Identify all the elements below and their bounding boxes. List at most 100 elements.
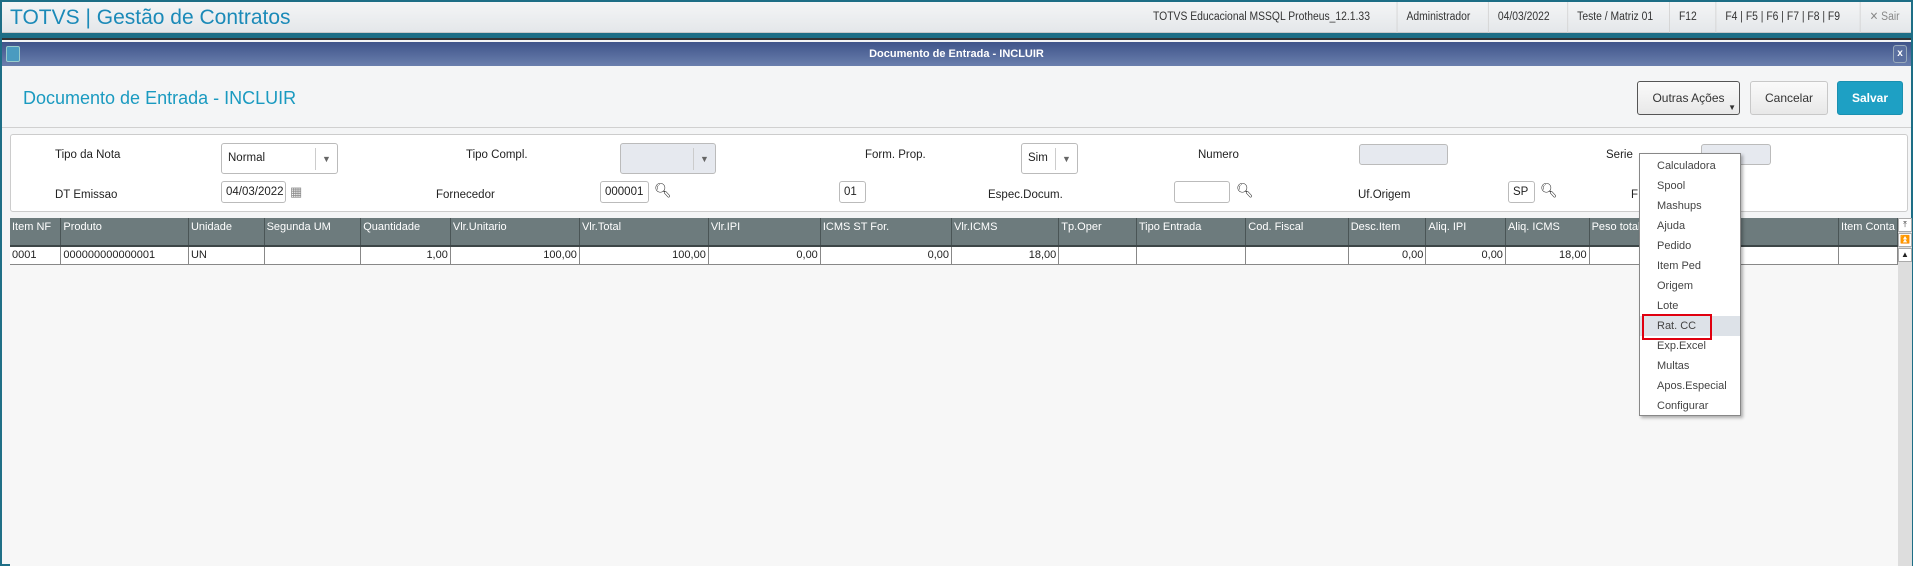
table-cell[interactable]: 0,00 [1348, 246, 1427, 265]
table-cell[interactable]: 000000000000001 [60, 246, 189, 265]
fornecedor-input[interactable]: 000001 [600, 181, 649, 203]
cancel-button[interactable]: Cancelar [1750, 81, 1828, 115]
serie-label: Serie [1606, 149, 1633, 161]
app-title: TOTVS | Gestão de Contratos [10, 6, 291, 29]
tipo-compl-select[interactable]: ▼ [620, 143, 716, 174]
column-header[interactable]: Aliq. ICMS [1505, 218, 1590, 247]
column-header[interactable]: Aliq. IPI [1425, 218, 1506, 247]
grid-header: Item NF Produto Unidade Segunda UM Quantidad… [10, 218, 1898, 247]
menu-item[interactable]: Configurar [1640, 396, 1740, 416]
uf-origem-label: Uf.Origem [1358, 189, 1411, 201]
menu-item[interactable]: Ajuda [1640, 216, 1740, 236]
column-header[interactable]: Produto [60, 218, 189, 247]
table-cell[interactable]: 1,00 [360, 246, 451, 265]
environment[interactable]: TOTVS Educacional MSSQL Protheus_12.1.33 [1144, 2, 1379, 33]
menu-item[interactable]: Apos.Especial [1640, 376, 1740, 396]
uf-origem-input[interactable]: SP [1508, 181, 1535, 203]
header-form: Tipo da Nota Normal ▼ Tipo Compl. ▼ Form.… [10, 134, 1908, 212]
dt-emissao-label: DT Emissao [55, 189, 118, 201]
table-cell[interactable] [264, 246, 362, 265]
other-actions-menu: Calculadora Spool Mashups Ajuda Pedido Item P… [1639, 153, 1741, 416]
column-header[interactable]: Vlr.IPI [708, 218, 821, 247]
column-header[interactable]: Desc.Item [1348, 218, 1427, 247]
chevron-down-icon: ▼ [315, 148, 337, 170]
table-cell[interactable]: 0,00 [708, 246, 821, 265]
scroll-page-up-icon[interactable]: ⏫ [1898, 233, 1912, 247]
table-cell[interactable] [1245, 246, 1349, 265]
exit-button[interactable]: ✕ Sair [1859, 2, 1908, 33]
calendar-icon[interactable]: ▦ [290, 184, 302, 200]
branch[interactable]: Teste / Matriz 01 [1567, 2, 1662, 33]
loja-input[interactable]: 01 [839, 181, 866, 203]
page-title: Documento de Entrada - INCLUIR [23, 88, 297, 108]
table-cell[interactable]: 0,00 [820, 246, 953, 265]
column-header[interactable]: Vlr.ICMS [951, 218, 1060, 247]
column-header[interactable]: Vlr.Unitario [450, 218, 580, 247]
numero-input[interactable] [1359, 144, 1448, 165]
scroll-up-icon[interactable]: ▲ [1898, 248, 1912, 262]
menu-item[interactable]: Lote [1640, 296, 1740, 316]
espec-docum-input[interactable] [1174, 181, 1230, 203]
save-button[interactable]: Salvar [1837, 81, 1903, 115]
table-cell[interactable] [1058, 246, 1137, 265]
other-actions-button[interactable]: Outras Ações ▼ [1637, 81, 1740, 115]
tipo-nota-select[interactable]: Normal ▼ [221, 143, 338, 174]
table-row[interactable]: 0001 000000000000001 UN 1,00 100,00 100,00 0,0… [10, 246, 1898, 265]
search-icon[interactable]: 🔍︎ [1540, 182, 1558, 199]
column-header[interactable]: ICMS ST For. [820, 218, 953, 247]
menu-item[interactable]: Rat. CC [1640, 314, 1740, 340]
column-header[interactable]: Item Conta [1838, 218, 1898, 247]
column-header[interactable]: Tipo Entrada [1136, 218, 1247, 247]
tipo-nota-label: Tipo da Nota [55, 149, 121, 161]
divider [2, 127, 1911, 128]
tipo-nota-value: Normal [228, 152, 266, 164]
menu-item[interactable]: Multas [1640, 356, 1740, 376]
f12-shortcut[interactable]: F12 [1669, 2, 1706, 33]
items-table: Item NF Produto Unidade Segunda UM Quantidad… [10, 218, 1898, 265]
function-keys[interactable]: F4 | F5 | F6 | F7 | F8 | F9 [1715, 2, 1850, 33]
header-info: TOTVS Educacional MSSQL Protheus_12.1.33… [1131, 2, 1911, 33]
form-prop-label: Form. Prop. [865, 149, 926, 161]
window-icon [6, 46, 20, 62]
table-cell[interactable]: 0001 [10, 246, 62, 265]
table-cell[interactable] [1838, 246, 1898, 265]
scroll-top-icon[interactable]: ⤒ [1898, 218, 1912, 232]
table-cell[interactable]: 18,00 [951, 246, 1060, 265]
table-cell[interactable]: 0,00 [1425, 246, 1506, 265]
search-icon[interactable]: 🔍︎ [1236, 182, 1254, 199]
menu-item[interactable]: Calculadora [1640, 156, 1740, 176]
column-header[interactable]: Vlr.Total [579, 218, 709, 247]
close-button[interactable]: x [1893, 45, 1907, 63]
table-cell[interactable]: UN [188, 246, 265, 265]
column-header[interactable]: Segunda UM [264, 218, 362, 247]
fornecedor-label: Fornecedor [436, 189, 495, 201]
espec-docum-label: Espec.Docum. [988, 189, 1063, 201]
date[interactable]: 04/03/2022 [1487, 2, 1558, 33]
menu-item[interactable]: Exp.Excel [1640, 336, 1740, 356]
other-actions-label: Outras Ações [1652, 91, 1725, 105]
truncated-label: F [1631, 189, 1639, 201]
user[interactable]: Administrador [1396, 2, 1479, 33]
column-header[interactable]: Cod. Fiscal [1245, 218, 1349, 247]
menu-item[interactable]: Origem [1640, 276, 1740, 296]
table-cell[interactable]: 100,00 [579, 246, 709, 265]
column-header[interactable]: Tp.Oper [1058, 218, 1137, 247]
top-header: TOTVS | Gestão de Contratos TOTVS Educac… [2, 2, 1911, 33]
menu-item[interactable]: Item Ped [1640, 256, 1740, 276]
menu-item[interactable]: Mashups [1640, 196, 1740, 216]
grid-scrollbar[interactable]: ⤒ ⏫ ▲ [1898, 218, 1912, 566]
menu-item[interactable]: Pedido [1640, 236, 1740, 256]
form-prop-select[interactable]: Sim ▼ [1021, 143, 1078, 174]
dt-emissao-input[interactable]: 04/03/2022 [221, 181, 286, 203]
search-icon[interactable]: 🔍︎ [654, 182, 672, 199]
column-header[interactable]: Quantidade [360, 218, 451, 247]
table-cell[interactable]: 100,00 [450, 246, 580, 265]
dialog: Documento de Entrada - INCLUIR x Documen… [2, 38, 1912, 566]
column-header[interactable]: Unidade [188, 218, 265, 247]
dialog-titlebar: Documento de Entrada - INCLUIR x [2, 42, 1911, 66]
table-cell[interactable] [1136, 246, 1247, 265]
tipo-compl-label: Tipo Compl. [466, 149, 528, 161]
column-header[interactable]: Item NF [10, 218, 62, 247]
menu-item[interactable]: Spool [1640, 176, 1740, 196]
table-cell[interactable]: 18,00 [1505, 246, 1590, 265]
